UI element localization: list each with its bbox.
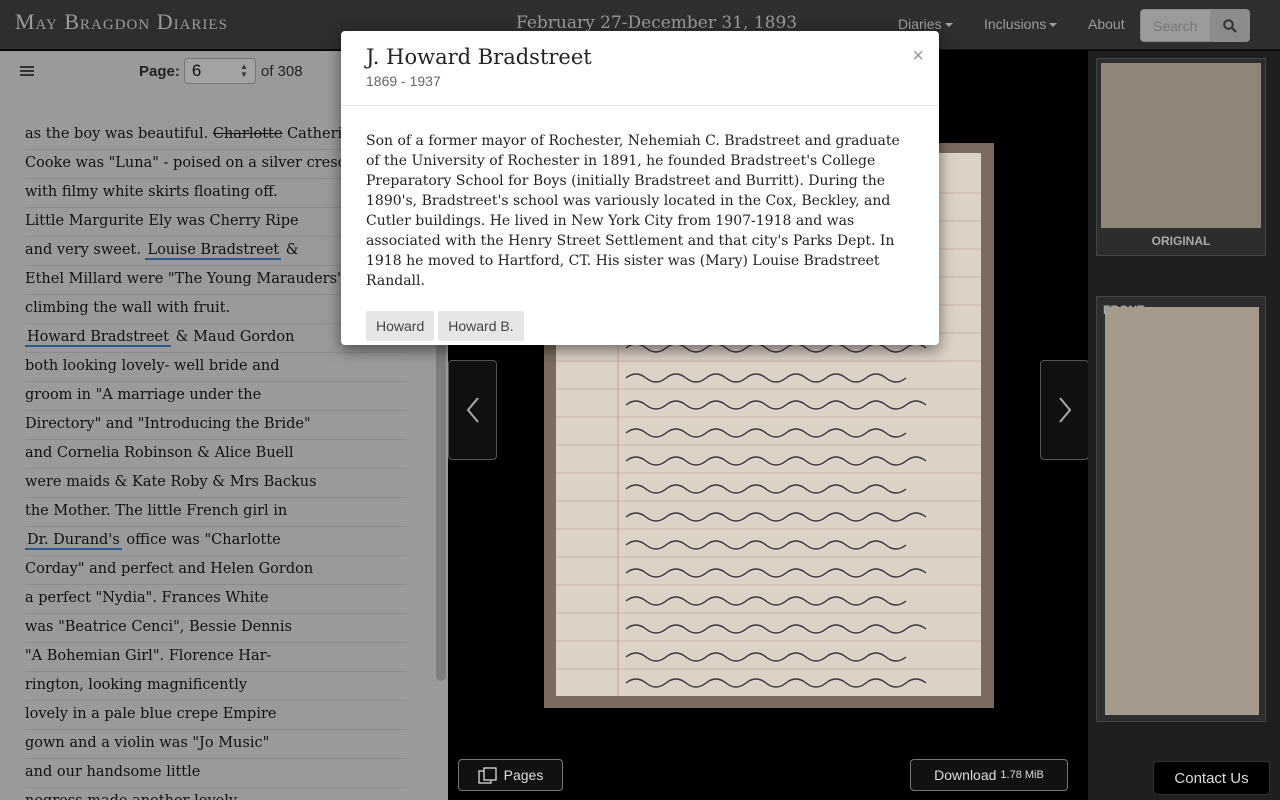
thumbnail-panel: ORIGINAL FRONT [1088,51,1280,800]
transcript-text-segment: and very sweet. [25,242,146,258]
thumbnail-original[interactable]: ORIGINAL [1096,58,1266,256]
person-link[interactable]: Dr. Durand's [25,532,122,550]
page-number-value: 6 [191,61,202,80]
transcript-line: the Mother. The little French girl in [25,498,407,527]
transcript-text-segment: a perfect "Nydia". Frances White [25,590,269,606]
transcript-line: Dr. Durand's office was "Charlotte [25,527,407,556]
nav-inclusions-label: Inclusions [984,16,1047,32]
transcript-text-segment: as the boy was beautiful. [25,126,213,142]
page-label: Page: [139,62,180,80]
modal-biography: Son of a former mayor of Rochester, Nehe… [366,133,900,289]
transcript-text-segment: rington, looking magnificently [25,677,248,693]
transcript-text-segment: gown and a violin was "Jo Music" [25,735,270,751]
modal-title: J. Howard Bradstreet [366,45,592,69]
page-total: of 308 [260,62,303,80]
nav-diaries-label: Diaries [898,16,942,32]
alias-tag[interactable]: Howard B. [438,311,524,341]
menu-icon[interactable] [20,66,34,77]
download-button-label: Download [934,767,997,783]
download-size: 1.78 MiB [1000,769,1044,781]
alias-tag[interactable]: Howard [366,311,435,341]
caret-down-icon [944,23,953,28]
transcript-text-segment: office was "Charlotte [121,532,281,548]
transcript-text-segment: Directory" and "Introducing the Bride" [25,416,311,432]
nav-diaries-dropdown[interactable]: Diaries [898,16,953,32]
person-link[interactable]: Howard Bradstreet [25,329,171,347]
diary-date-range: February 27-December 31, 1893 [516,13,798,33]
transcript-line: were maids & Kate Roby & Mrs Backus [25,469,407,498]
pages-button[interactable]: Pages [458,759,563,791]
search-icon [1223,18,1237,33]
transcript-line: both looking lovely- well bride and [25,353,407,382]
transcript-text-segment: Cooke was "Luna" - poised on a silver cr… [25,155,370,171]
struck-text: Charlotte [212,126,283,142]
transcript-text-segment: the Mother. The little French girl in [25,503,288,519]
alias-tags: Howard Howard B. [366,311,914,341]
thumbnail-front-image [1105,307,1259,715]
transcript-text-segment: groom in "A marriage under the [25,387,262,403]
thumbnail-front[interactable]: FRONT [1096,296,1266,722]
thumbnail-original-label: ORIGINAL [1151,234,1211,248]
next-page-button[interactable] [1040,360,1089,460]
transcript-text-segment: & Maud Gordon [170,329,295,345]
transcript-line: a perfect "Nydia". Frances White [25,585,407,614]
transcript-text-segment: and our handsome little [25,764,201,780]
nav-about-link[interactable]: About [1088,16,1125,32]
transcript-line: negress made another lovely [25,788,407,800]
transcript-text-segment: and Cornelia Robinson & Alice Buell [25,445,294,461]
transcript-text-segment: Little Margurite Ely was Cherry Ripe [25,213,299,229]
spinner-arrows-icon[interactable]: ▲ ▼ [240,63,248,79]
transcript-line: and Cornelia Robinson & Alice Buell [25,440,407,469]
pages-button-label: Pages [503,767,544,783]
transcript-text-segment: with filmy white skirts floating off. [25,184,278,200]
person-link[interactable]: Louise Bradstreet [145,242,282,260]
transcript-line: rington, looking magnificently [25,672,407,701]
transcript-text-segment: Corday" and perfect and Helen Gordon [25,561,314,577]
thumbnail-original-image [1101,63,1261,228]
close-icon[interactable]: × [912,45,924,68]
caret-down-icon [1049,23,1058,28]
previous-page-button[interactable] [448,360,497,460]
transcript-line: and our handsome little [25,759,407,788]
transcript-text-segment: lovely in a pale blue crepe Empire [25,706,277,722]
transcript-text-segment: Ethel Millard were "The Young Marauders" [25,271,344,287]
transcript-text-segment: both looking lovely- well bride and [25,358,280,374]
modal-body: Son of a former mayor of Rochester, Nehe… [341,106,939,341]
chevron-right-icon [1058,397,1071,423]
transcript-line: groom in "A marriage under the [25,382,407,411]
modal-life-dates: 1869 - 1937 [366,73,441,89]
transcript-line: lovely in a pale blue crepe Empire [25,701,407,730]
page-number-input[interactable]: 6 ▲ ▼ [183,58,256,84]
transcript-text-segment: negress made another lovely [25,793,237,800]
nav-inclusions-dropdown[interactable]: Inclusions [984,16,1058,32]
search-button[interactable] [1210,9,1250,42]
chevron-left-icon [466,397,479,423]
transcript-text-segment: "A Bohemian Girl". Florence Har- [25,648,272,664]
pages-icon [477,766,497,784]
transcript-line: "A Bohemian Girl". Florence Har- [25,643,407,672]
transcript-text-segment: & [281,242,299,258]
site-brand[interactable]: May Bragdon Diaries [15,9,228,35]
person-info-modal: J. Howard Bradstreet 1869 - 1937 × Son o… [341,31,939,345]
transcript-line: Directory" and "Introducing the Bride" [25,411,407,440]
modal-header: J. Howard Bradstreet 1869 - 1937 × [341,31,939,106]
transcript-text-segment: climbing the wall with fruit. [25,300,231,316]
search-input[interactable] [1140,9,1211,42]
transcript-line: Corday" and perfect and Helen Gordon [25,556,407,585]
page-control: Page: 6 ▲ ▼ of 308 [139,58,303,84]
contact-us-button[interactable]: Contact Us [1153,761,1270,795]
download-button[interactable]: Download 1.78 MiB [910,759,1068,791]
transcript-line: gown and a violin was "Jo Music" [25,730,407,759]
transcript-line: was "Beatrice Cenci", Bessie Dennis [25,614,407,643]
transcript-text-segment: were maids & Kate Roby & Mrs Backus [25,474,317,490]
transcript-text-segment: was "Beatrice Cenci", Bessie Dennis [25,619,292,635]
